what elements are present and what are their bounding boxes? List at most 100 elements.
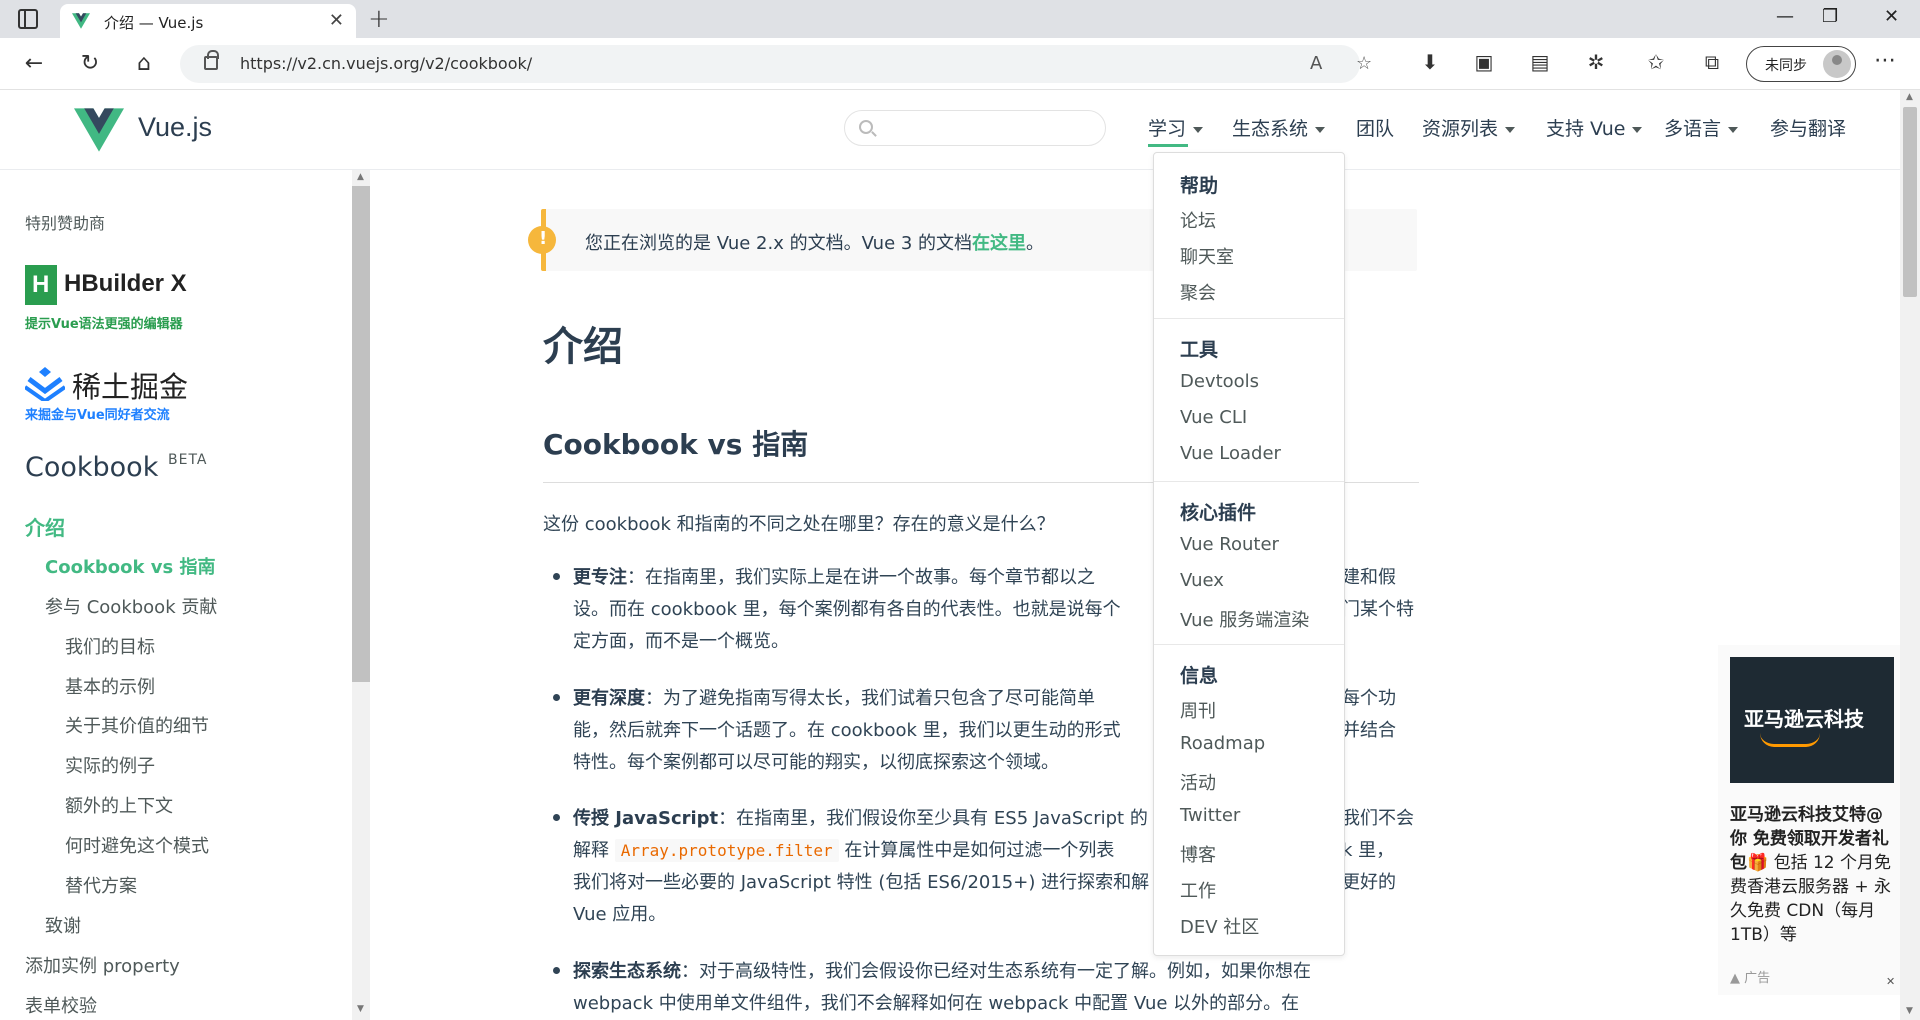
- sidebar-link-goals[interactable]: 我们的目标: [65, 633, 155, 659]
- dropdown-item-roadmap[interactable]: Roadmap: [1180, 733, 1265, 754]
- nav-learn[interactable]: 学习: [1148, 114, 1204, 141]
- nav-support-vue[interactable]: 支持 Vue: [1546, 114, 1643, 141]
- search-icon: [859, 120, 873, 134]
- browser-tab[interactable]: 介绍 — Vue.js ✕: [60, 4, 356, 38]
- bullet2-line1: 更有深度：为了避免指南写得太长，我们试着只包含了尽可能简单: [573, 688, 1095, 709]
- read-aloud-icon[interactable]: A: [1310, 53, 1322, 74]
- dropdown-item-vue-cli[interactable]: Vue CLI: [1180, 407, 1247, 428]
- scroll-up-arrow-icon[interactable]: ▲: [1906, 92, 1913, 102]
- tab-actions-icon[interactable]: [18, 9, 38, 29]
- sidebar-link-intro[interactable]: 介绍: [25, 512, 65, 541]
- url-text[interactable]: https://v2.cn.vuejs.org/v2/cookbook/: [240, 54, 532, 73]
- beta-badge: BETA: [168, 452, 208, 468]
- nav-resources[interactable]: 资源列表: [1422, 114, 1516, 141]
- sidebar-link-contribute[interactable]: 参与 Cookbook 贡献: [45, 593, 217, 619]
- extensions-icon[interactable]: ✲: [1582, 50, 1610, 74]
- dropdown-item-vuex[interactable]: Vuex: [1180, 570, 1224, 591]
- dropdown-item-chat[interactable]: 聊天室: [1180, 243, 1234, 269]
- dropdown-divider: [1154, 318, 1344, 319]
- sidebar-link-when-to-avoid[interactable]: 何时避免这个模式: [65, 832, 209, 858]
- sidebar-link-alternatives[interactable]: 替代方案: [65, 872, 137, 898]
- page-scrollbar-thumb[interactable]: [1903, 107, 1917, 297]
- dropdown-group-core-plugins: 核心插件: [1180, 502, 1257, 524]
- extension-red-icon[interactable]: ▣: [1470, 50, 1498, 74]
- bullet1-line1: 更专注：在指南里，我们实际上是在讲一个故事。每个章节都以之: [573, 567, 1095, 588]
- nav-ecosystem[interactable]: 生态系统: [1232, 114, 1326, 141]
- nav-languages[interactable]: 多语言: [1664, 114, 1739, 141]
- sponsor-ad[interactable]: 亚马逊云科技 亚马逊云科技艾特@你 免费领取开发者礼包🎁 包括 12 个月免费香…: [1718, 645, 1900, 995]
- search-input[interactable]: [844, 110, 1106, 146]
- scroll-down-arrow-icon[interactable]: ▼: [1906, 1006, 1913, 1016]
- dropdown-item-dev-community[interactable]: DEV 社区: [1180, 913, 1259, 939]
- sidebar-link-form-validation[interactable]: 表单校验: [25, 992, 97, 1018]
- address-bar[interactable]: https://v2.cn.vuejs.org/v2/cookbook/ A ☆: [180, 45, 1372, 83]
- sidebar-link-extra-context[interactable]: 额外的上下文: [65, 792, 173, 818]
- vue-logo-icon[interactable]: [74, 108, 124, 152]
- more-icon[interactable]: ⋯: [1874, 48, 1896, 73]
- bullet2-line2: 能，然后就奔下一个话题了。在 cookbook 里，我们以更生动的形式: [573, 720, 1121, 741]
- close-window-icon[interactable]: ✕: [1884, 6, 1899, 27]
- nav-team[interactable]: 团队: [1356, 114, 1394, 141]
- bullet1-line3: 定方面，而不是一个概览。: [573, 631, 789, 652]
- download-icon[interactable]: ⬇: [1416, 50, 1444, 74]
- dropdown-item-forum[interactable]: 论坛: [1180, 207, 1216, 233]
- dropdown-group-tools: 工具: [1180, 339, 1219, 361]
- bullet-dot: [553, 967, 560, 974]
- hbuilder-tagline[interactable]: 提示Vue语法更强的编辑器: [25, 313, 183, 332]
- juejin-logo-icon[interactable]: [25, 365, 65, 401]
- ad-label: ▲ 广告: [1730, 971, 1771, 986]
- dropdown-item-vue-router[interactable]: Vue Router: [1180, 534, 1279, 555]
- lock-icon[interactable]: [204, 50, 219, 70]
- dropdown-item-meetups[interactable]: 聚会: [1180, 279, 1216, 305]
- dropdown-item-weekly[interactable]: 周刊: [1180, 697, 1216, 723]
- home-icon[interactable]: ⌂: [130, 50, 158, 78]
- dropdown-item-blog[interactable]: 博客: [1180, 841, 1216, 867]
- extension-gray-icon[interactable]: ▤: [1526, 50, 1554, 74]
- bullet2-line3: 特性。每个案例都可以尽可能的翔实，以彻底探索这个领域。: [573, 752, 1059, 773]
- bullet1-line1-tail: 建和假: [1342, 567, 1396, 588]
- back-icon[interactable]: ←: [20, 50, 48, 78]
- sidebar-link-cookbook-vs-guide[interactable]: Cookbook vs 指南: [45, 553, 215, 579]
- hbuilder-name[interactable]: HBuilder X: [64, 270, 187, 298]
- dropdown-item-devtools[interactable]: Devtools: [1180, 371, 1259, 392]
- vue3-docs-link[interactable]: 在这里: [972, 233, 1026, 254]
- hbuilder-logo[interactable]: [25, 265, 57, 305]
- dropdown-item-twitter[interactable]: Twitter: [1180, 805, 1240, 826]
- dropdown-divider: [1154, 644, 1344, 645]
- reload-icon[interactable]: ↻: [76, 50, 104, 78]
- juejin-tagline[interactable]: 来掘金与Vue同好者交流: [25, 404, 170, 423]
- sidebar-link-real-example[interactable]: 实际的例子: [65, 752, 155, 778]
- sidebar-link-value-details[interactable]: 关于其价值的细节: [65, 712, 209, 738]
- dropdown-item-vue-loader[interactable]: Vue Loader: [1180, 443, 1281, 464]
- sidebar-scrollbar-thumb[interactable]: [352, 186, 370, 682]
- bullet3-line3: 我们将对一些必要的 JavaScript 特性 (包括 ES6/2015+) 进…: [573, 872, 1150, 893]
- collections-icon[interactable]: ⧉: [1698, 50, 1726, 74]
- sidebar-link-basic-example[interactable]: 基本的示例: [65, 673, 155, 699]
- juejin-name[interactable]: 稀土掘金: [72, 364, 188, 406]
- sidebar-link-thanks[interactable]: 致谢: [45, 912, 81, 938]
- sidebar: 特别赞助商 HBuilder X 提示Vue语法更强的编辑器 稀土掘金 来掘金与…: [0, 170, 352, 1020]
- scroll-up-arrow-icon[interactable]: ▲: [357, 172, 364, 182]
- scroll-down-arrow-icon[interactable]: ▼: [357, 1004, 364, 1014]
- favorites-icon[interactable]: ✩: [1642, 50, 1670, 74]
- add-favorite-icon[interactable]: ☆: [1356, 53, 1372, 74]
- ad-copy[interactable]: 亚马逊云科技艾特@你 免费领取开发者礼包🎁 包括 12 个月免费香港云服务器 +…: [1730, 803, 1896, 947]
- minimize-icon[interactable]: —: [1776, 6, 1794, 27]
- bullet3-line1-tail: 我们不会: [1342, 808, 1414, 829]
- close-tab-icon[interactable]: ✕: [329, 10, 344, 31]
- sponsor-label: 特别赞助商: [25, 214, 106, 233]
- sidebar-link-instance-property[interactable]: 添加实例 property: [25, 952, 180, 978]
- new-tab-icon[interactable]: +: [368, 4, 390, 34]
- nav-translate[interactable]: 参与翻译: [1770, 114, 1846, 141]
- ad-close-icon[interactable]: ✕: [1886, 975, 1895, 988]
- bullet-dot: [553, 573, 560, 580]
- restore-icon[interactable]: ❐: [1822, 6, 1838, 27]
- ad-image[interactable]: 亚马逊云科技: [1730, 657, 1894, 783]
- site-logo-text[interactable]: Vue.js: [138, 112, 212, 143]
- profile-sync-button[interactable]: 未同步: [1746, 46, 1856, 82]
- dropdown-item-vue-ssr[interactable]: Vue 服务端渲染: [1180, 606, 1309, 632]
- nav-active-indicator: [1148, 144, 1188, 147]
- dropdown-item-jobs[interactable]: 工作: [1180, 877, 1216, 903]
- caret-down-icon: [1193, 126, 1204, 133]
- dropdown-item-events[interactable]: 活动: [1180, 769, 1216, 795]
